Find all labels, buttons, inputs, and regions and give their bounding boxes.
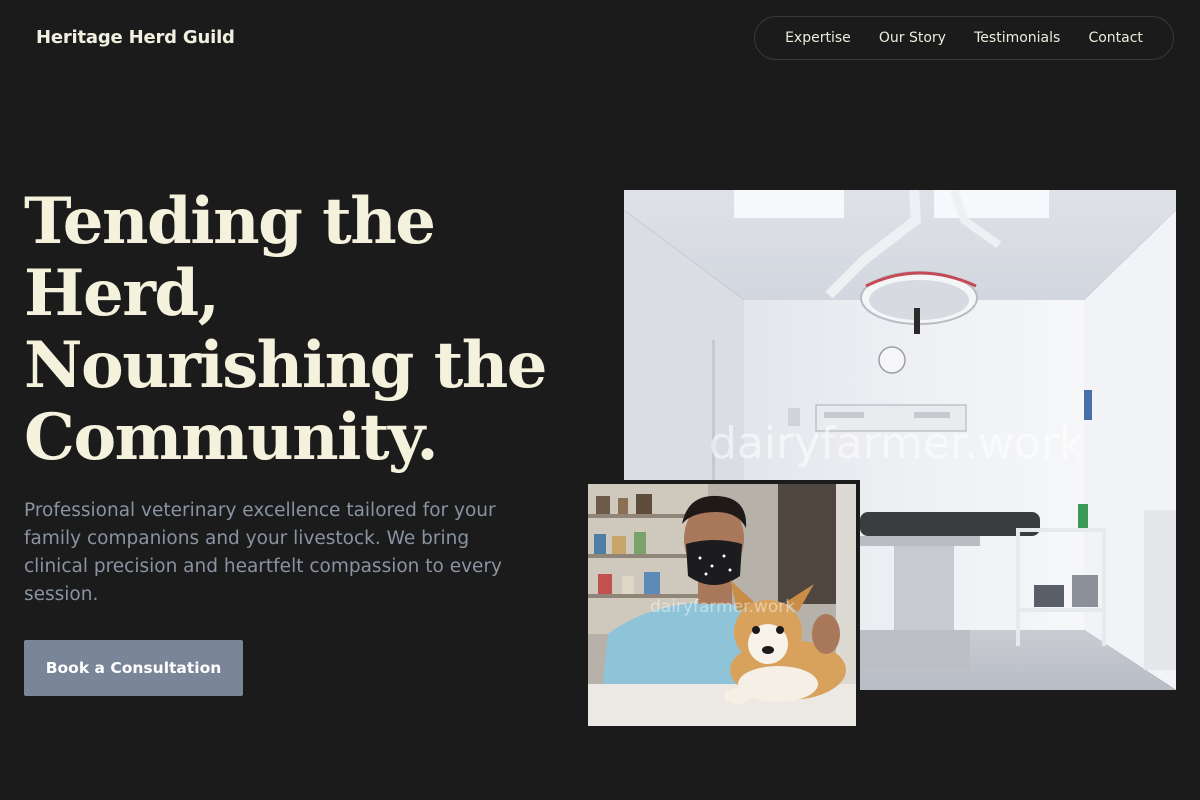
nav-link-our-story[interactable]: Our Story <box>879 30 946 46</box>
book-consultation-button[interactable]: Book a Consultation <box>24 640 243 696</box>
hero-subtitle: Professional veterinary excellence tailo… <box>24 500 502 605</box>
hero-title: Tending the Herd, Nourishing the Communi… <box>24 184 548 475</box>
watermark-text: dairyfarmer.work <box>709 418 1085 469</box>
nav-link-expertise[interactable]: Expertise <box>785 30 851 46</box>
hero-title-line: Herd, <box>24 256 220 331</box>
main-nav: Expertise Our Story Testimonials Contact <box>754 16 1174 60</box>
watermark-text: dairyfarmer.work <box>650 597 795 617</box>
vet-with-puppy-photo: dairyfarmer.work <box>584 480 860 730</box>
hero-title-line: Tending the <box>24 184 436 259</box>
nav-link-contact[interactable]: Contact <box>1088 30 1142 46</box>
hero-title-line: Community. <box>24 400 439 475</box>
nav-link-testimonials[interactable]: Testimonials <box>974 30 1060 46</box>
page: Heritage Herd Guild Expertise Our Story … <box>0 0 1200 800</box>
brand-logo-text[interactable]: Heritage Herd Guild <box>36 27 235 48</box>
hero-title-line: Nourishing the <box>24 328 548 403</box>
